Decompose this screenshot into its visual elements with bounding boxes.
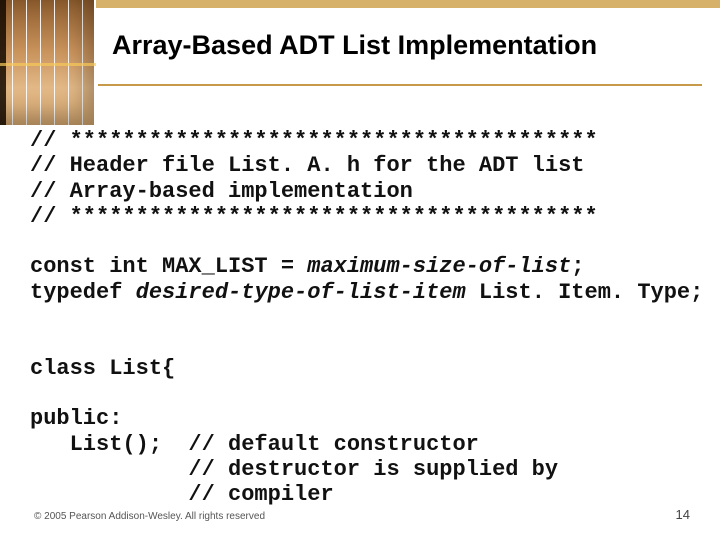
code-line: class List{	[30, 356, 175, 381]
code-line: // *************************************…	[30, 128, 598, 153]
code-line: // destructor is supplied by	[30, 457, 558, 482]
code-line: // compiler	[30, 482, 334, 507]
code-line: ;	[571, 254, 584, 279]
code-line: List(); // default constructor	[30, 432, 479, 457]
code-line: public:	[30, 406, 122, 431]
photo-accent-line	[0, 63, 96, 66]
code-line: List. Item. Type;	[466, 280, 704, 305]
code-line: typedef	[30, 280, 136, 305]
code-line: // *************************************…	[30, 204, 598, 229]
code-line: // Array-based implementation	[30, 179, 413, 204]
top-accent-bar	[96, 0, 720, 8]
code-block: // *************************************…	[30, 128, 703, 507]
title-underline	[98, 84, 702, 86]
slide-title: Array-Based ADT List Implementation	[112, 30, 597, 61]
page-number: 14	[676, 507, 690, 522]
code-line: const int MAX_LIST =	[30, 254, 307, 279]
code-placeholder: desired-type-of-list-item	[136, 280, 466, 305]
copyright-footer: © 2005 Pearson Addison-Wesley. All right…	[34, 511, 265, 522]
code-placeholder: maximum-size-of-list	[307, 254, 571, 279]
code-line: // Header file List. A. h for the ADT li…	[30, 153, 585, 178]
slide: Array-Based ADT List Implementation // *…	[0, 0, 720, 540]
